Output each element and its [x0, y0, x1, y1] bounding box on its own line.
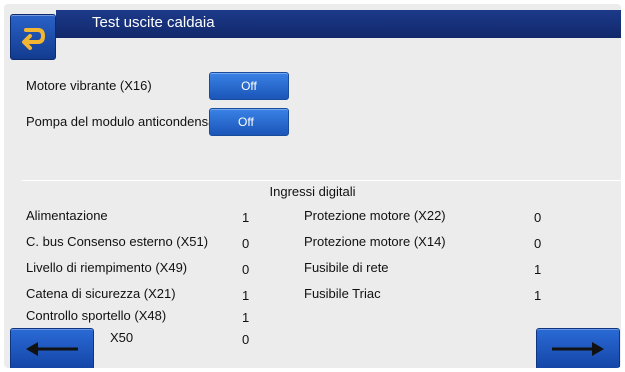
input-value-protezione-motore-x22: 0: [534, 210, 542, 225]
section-divider: [22, 180, 621, 181]
input-value-alimentazione: 1: [242, 210, 250, 225]
input-value-protezione-motore-x14: 0: [534, 236, 542, 251]
input-value-catena-sicurezza: 1: [242, 288, 250, 303]
input-value-fusibile-rete: 1: [534, 262, 542, 277]
back-arrow-icon: [22, 28, 46, 50]
input-label-fusibile-triac: Fusibile Triac: [304, 286, 381, 301]
input-label-fusibile-rete: Fusibile di rete: [304, 260, 389, 275]
digital-inputs-title: Ingressi digitali: [269, 184, 356, 199]
input-value-livello-riempimento: 0: [242, 262, 250, 277]
screen: Test uscite caldaia Motore vibrante (X16…: [4, 4, 621, 368]
page-title: Test uscite caldaia: [92, 14, 215, 31]
input-label-protezione-motore-x14: Protezione motore (X14): [304, 234, 446, 249]
input-label-alimentazione: Alimentazione: [26, 208, 108, 223]
input-value-controllo-sportello: 1: [242, 310, 250, 325]
input-label-controllo-sportello: Controllo sportello (X48): [26, 308, 167, 323]
arrow-left-icon: [26, 342, 78, 356]
input-label-livello-riempimento: Livello di riempimento (X49): [26, 260, 188, 275]
toggle-motore-vibrante[interactable]: Off: [209, 72, 289, 100]
input-label-x50: X50: [110, 330, 134, 345]
input-value-consenso-esterno: 0: [242, 236, 250, 251]
input-label-catena-sicurezza: Catena di sicurezza (X21): [26, 286, 176, 301]
previous-page-button[interactable]: [10, 328, 94, 368]
output-label-pompa-anticondensa: Pompa del modulo anticondensa: [26, 114, 216, 129]
input-label-protezione-motore-x22: Protezione motore (X22): [304, 208, 446, 223]
back-button[interactable]: [10, 14, 56, 60]
input-value-x50: 0: [242, 332, 250, 347]
arrow-right-icon: [552, 342, 604, 356]
title-bar: Test uscite caldaia: [56, 10, 621, 38]
output-label-motore-vibrante: Motore vibrante (X16): [26, 78, 152, 93]
input-value-fusibile-triac: 1: [534, 288, 542, 303]
toggle-pompa-anticondensa[interactable]: Off: [209, 108, 289, 136]
input-label-consenso-esterno: C. bus Consenso esterno (X51): [26, 234, 209, 249]
next-page-button[interactable]: [536, 328, 620, 368]
